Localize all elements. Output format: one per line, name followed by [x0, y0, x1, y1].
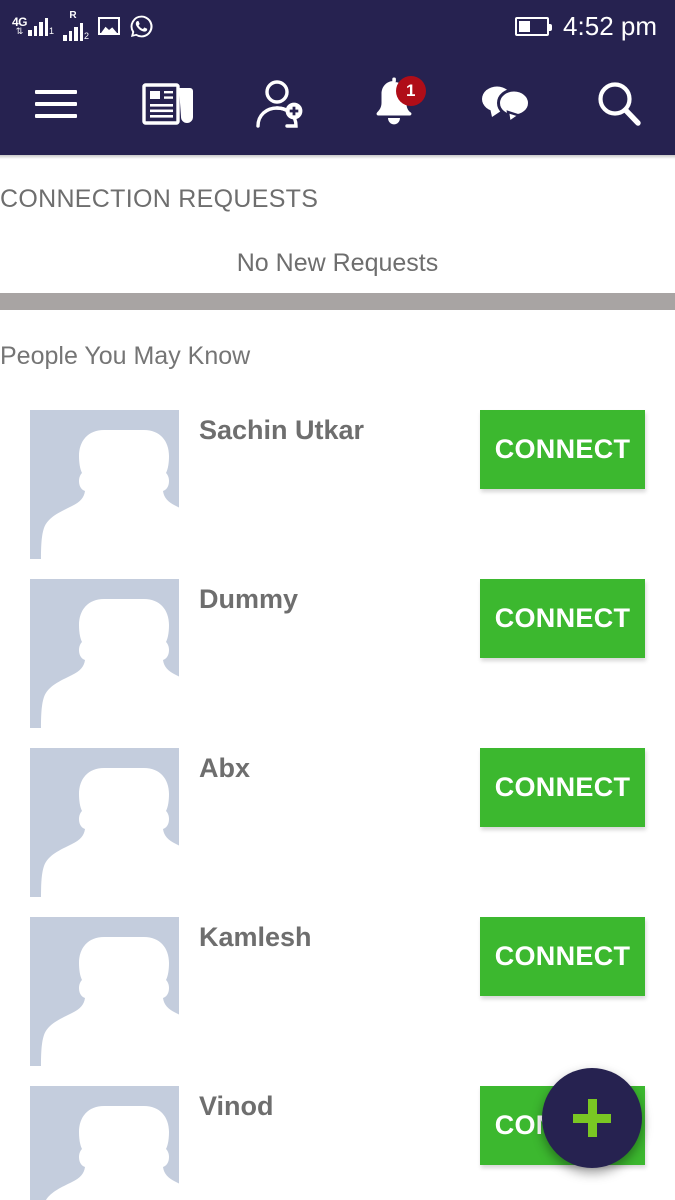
roaming-sim2-indicator: R 2 — [63, 11, 89, 41]
section-divider — [0, 293, 675, 310]
connection-requests-section: CONNECTION REQUESTS No New Requests — [0, 159, 675, 293]
messages-button[interactable] — [450, 52, 563, 155]
hamburger-menu-icon — [35, 89, 78, 118]
whatsapp-icon — [130, 15, 153, 37]
chat-bubbles-icon — [482, 86, 532, 124]
list-item[interactable]: Kamlesh CONNECT — [0, 897, 675, 1066]
avatar — [30, 917, 179, 1066]
app-screen: 4G ⇅ 1 R 2 4:52 pm 1 CONNECTION REQUESTS… — [0, 0, 675, 1200]
default-avatar-placeholder-icon — [41, 937, 179, 1066]
image-icon — [98, 17, 121, 35]
avatar — [30, 748, 179, 897]
avatar — [30, 1086, 179, 1200]
person-name: Kamlesh — [199, 922, 312, 952]
default-avatar-placeholder-icon — [41, 599, 179, 728]
add-person-icon — [256, 79, 303, 128]
data-transfer-arrows-icon: ⇅ — [15, 26, 24, 36]
people-you-may-know-title: People You May Know — [0, 342, 251, 370]
connect-button[interactable]: CONNECT — [480, 748, 645, 827]
plus-icon-vertical — [587, 1099, 597, 1137]
sim1-subscript: 1 — [49, 26, 55, 36]
search-icon — [598, 81, 641, 126]
network-4g-indicator: 4G ⇅ 1 — [12, 16, 54, 36]
person-name: Dummy — [199, 584, 299, 614]
default-avatar-placeholder-icon — [41, 768, 179, 897]
avatar — [30, 410, 179, 559]
default-avatar-placeholder-icon — [45, 1106, 179, 1200]
list-item[interactable]: Sachin Utkar CONNECT — [0, 390, 675, 559]
clock-label: 4:52 pm — [563, 10, 657, 41]
battery-icon — [515, 16, 553, 36]
add-connection-button[interactable] — [225, 52, 338, 155]
search-button[interactable] — [563, 52, 675, 155]
connect-button[interactable]: CONNECT — [480, 917, 645, 996]
app-toolbar: 1 — [0, 52, 675, 155]
connection-requests-title: CONNECTION REQUESTS — [0, 185, 319, 213]
connection-requests-empty-message: No New Requests — [236, 249, 439, 277]
notification-badge: 1 — [395, 76, 426, 106]
feed-button[interactable] — [113, 52, 226, 155]
person-name: Vinod — [199, 1091, 274, 1121]
add-post-fab[interactable] — [542, 1068, 642, 1168]
status-bar-right: 4:52 pm — [515, 11, 657, 42]
signal-bars-sim1-icon — [28, 17, 49, 36]
default-avatar-placeholder-icon — [41, 430, 179, 559]
menu-button[interactable] — [0, 52, 113, 155]
sim2-subscript: 2 — [84, 31, 90, 41]
signal-bars-sim2-icon — [63, 22, 84, 41]
avatar — [30, 579, 179, 728]
newspaper-icon — [142, 82, 193, 125]
person-name: Abx — [199, 753, 251, 783]
status-bar-left-icons: 4G ⇅ 1 R 2 — [12, 11, 154, 41]
list-item[interactable]: Dummy CONNECT — [0, 559, 675, 728]
list-item[interactable]: Abx CONNECT — [0, 728, 675, 897]
notifications-button[interactable]: 1 — [338, 52, 451, 155]
connect-button[interactable]: CONNECT — [480, 579, 645, 658]
person-name: Sachin Utkar — [199, 415, 365, 445]
status-bar: 4G ⇅ 1 R 2 4:52 pm — [0, 0, 675, 52]
roaming-label: R — [69, 10, 77, 21]
connect-button[interactable]: CONNECT — [480, 410, 645, 489]
